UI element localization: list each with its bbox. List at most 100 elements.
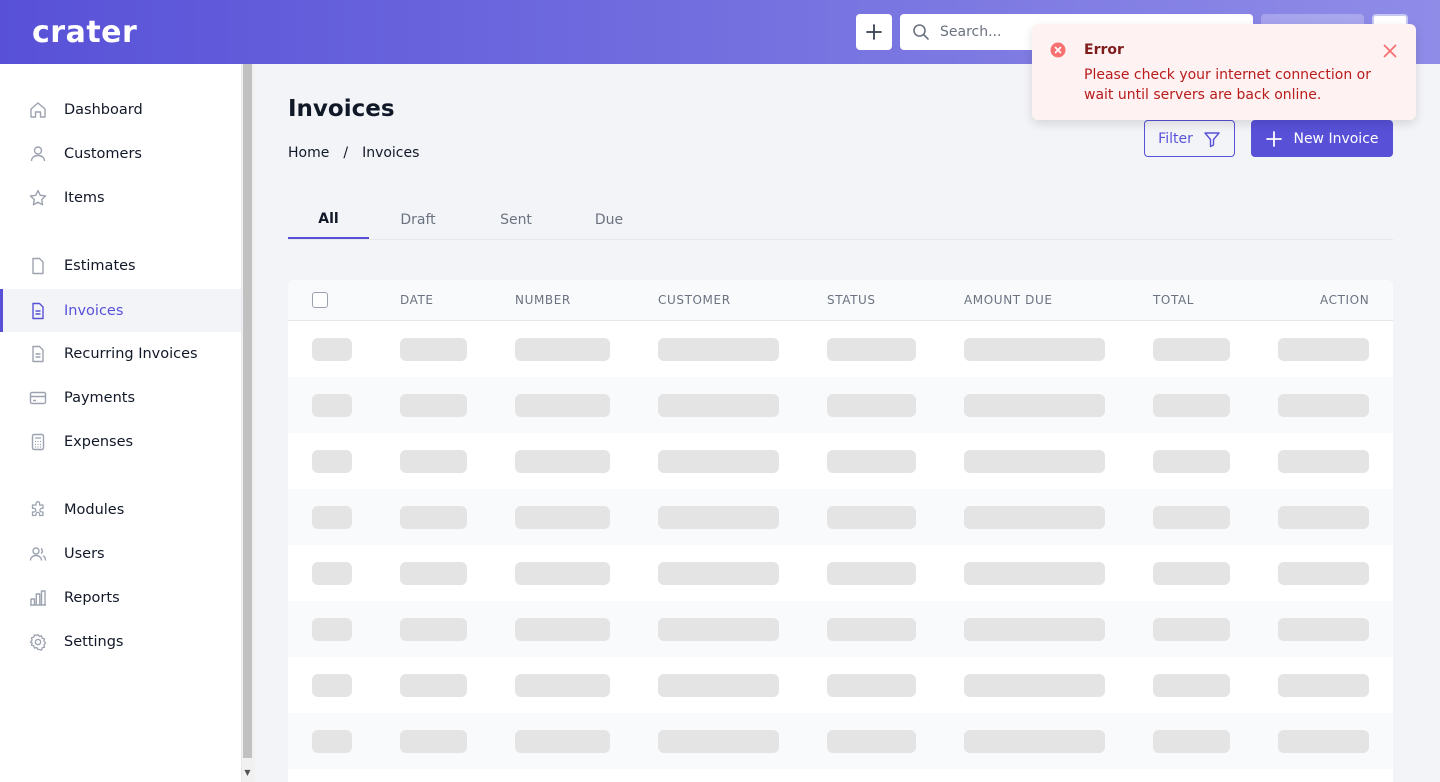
breadcrumb-home[interactable]: Home [288,145,329,161]
sidebar-item-label: Settings [64,634,124,650]
skeleton-placeholder [1278,506,1369,529]
tab-draft[interactable]: Draft [384,200,452,240]
skeleton-placeholder [312,394,352,417]
table-row-loading [288,601,1393,657]
calculator-icon [28,432,48,452]
table-row-loading [288,433,1393,489]
sidebar-item-dashboard[interactable]: Dashboard [0,89,241,131]
skeleton-placeholder [827,562,916,585]
sidebar-item-estimates[interactable]: Estimates [0,245,241,287]
new-invoice-button[interactable]: New Invoice [1251,120,1393,157]
skeleton-placeholder [658,674,779,697]
sidebar-item-expenses[interactable]: Expenses [0,421,241,463]
error-circle-icon [1050,42,1066,58]
breadcrumb: Home / Invoices [288,145,419,161]
column-header-amount-due[interactable]: AMOUNT DUE [964,293,1053,307]
column-header-customer[interactable]: CUSTOMER [658,293,731,307]
skeleton-placeholder [1153,618,1230,641]
table-row-loading [288,377,1393,433]
column-header-number[interactable]: NUMBER [515,293,571,307]
star-icon [28,188,48,208]
new-invoice-label: New Invoice [1293,130,1379,147]
breadcrumb-separator: / [343,145,349,161]
filter-button[interactable]: Filter [1144,120,1235,157]
sidebar-item-reports[interactable]: Reports [0,577,241,619]
sidebar-item-label: Invoices [64,302,124,319]
quick-create-button[interactable] [856,14,892,50]
error-toast: Error Please check your internet connect… [1032,24,1416,120]
skeleton-placeholder [658,394,779,417]
table-row-loading [288,713,1393,769]
skeleton-placeholder [1153,562,1230,585]
chart-bar-icon [28,588,48,608]
skeleton-placeholder [312,730,352,753]
sidebar-item-label: Reports [64,590,120,606]
column-header-status[interactable]: STATUS [827,293,876,307]
sidebar-item-label: Items [64,190,105,206]
invoices-table: DATE NUMBER CUSTOMER STATUS AMOUNT DUE T… [288,280,1393,782]
users-icon [28,544,48,564]
sidebar-item-label: Recurring Invoices [64,346,198,362]
skeleton-placeholder [964,674,1105,697]
skeleton-placeholder [400,730,467,753]
sidebar-item-label: Estimates [64,258,136,274]
skeleton-placeholder [400,674,467,697]
skeleton-placeholder [964,618,1105,641]
skeleton-placeholder [1153,730,1230,753]
select-all-checkbox[interactable] [312,292,328,308]
table-row-loading [288,545,1393,601]
sidebar-item-label: Payments [64,390,136,406]
sidebar-item-invoices[interactable]: Invoices [0,289,241,332]
home-icon [28,100,48,120]
sidebar-item-payments[interactable]: Payments [0,377,241,419]
crater-logo[interactable]: crater [32,17,137,49]
skeleton-placeholder [400,338,467,361]
sidebar-item-modules[interactable]: Modules [0,489,241,531]
skeleton-placeholder [1278,394,1369,417]
skeleton-placeholder [658,506,779,529]
sidebar-item-label: Dashboard [64,102,143,118]
search-icon [913,24,929,40]
skeleton-placeholder [964,394,1105,417]
skeleton-placeholder [658,338,779,361]
toast-message: Please check your internet connection or… [1084,67,1371,103]
sidebar-item-users[interactable]: Users [0,533,241,575]
tab-due[interactable]: Due [575,200,643,240]
skeleton-placeholder [1153,338,1230,361]
close-icon[interactable] [1382,43,1398,59]
sidebar: Dashboard Customers Items Estimates Invo… [0,64,241,782]
skeleton-placeholder [964,730,1105,753]
skeleton-placeholder [1278,730,1369,753]
skeleton-placeholder [964,338,1105,361]
column-header-date[interactable]: DATE [400,293,434,307]
table-row-loading [288,489,1393,545]
sidebar-item-customers[interactable]: Customers [0,133,241,175]
tab-sent[interactable]: Sent [482,200,550,240]
column-header-total[interactable]: TOTAL [1153,293,1194,307]
skeleton-placeholder [964,562,1105,585]
skeleton-placeholder [312,506,352,529]
skeleton-placeholder [1278,450,1369,473]
column-header-action: ACTION [1320,293,1370,307]
breadcrumb-current: Invoices [362,145,420,161]
skeleton-placeholder [827,618,916,641]
scroll-down-arrow-icon[interactable]: ▼ [243,766,252,780]
skeleton-placeholder [1278,674,1369,697]
document-icon [28,256,48,276]
tab-all[interactable]: All [288,200,369,239]
skeleton-placeholder [312,674,352,697]
skeleton-placeholder [400,506,467,529]
sidebar-item-recurring-invoices[interactable]: Recurring Invoices [0,333,241,375]
skeleton-placeholder [312,450,352,473]
skeleton-placeholder [515,562,610,585]
sidebar-item-items[interactable]: Items [0,177,241,219]
skeleton-placeholder [658,562,779,585]
sidebar-scrollbar-thumb[interactable] [243,64,252,758]
status-tabs: All Draft Sent Due [288,200,1393,240]
sidebar-item-label: Customers [64,146,142,162]
skeleton-placeholder [964,506,1105,529]
filter-icon [1204,131,1220,147]
sidebar-item-settings[interactable]: Settings [0,621,241,663]
skeleton-placeholder [515,730,610,753]
sidebar-item-label: Expenses [64,434,134,450]
